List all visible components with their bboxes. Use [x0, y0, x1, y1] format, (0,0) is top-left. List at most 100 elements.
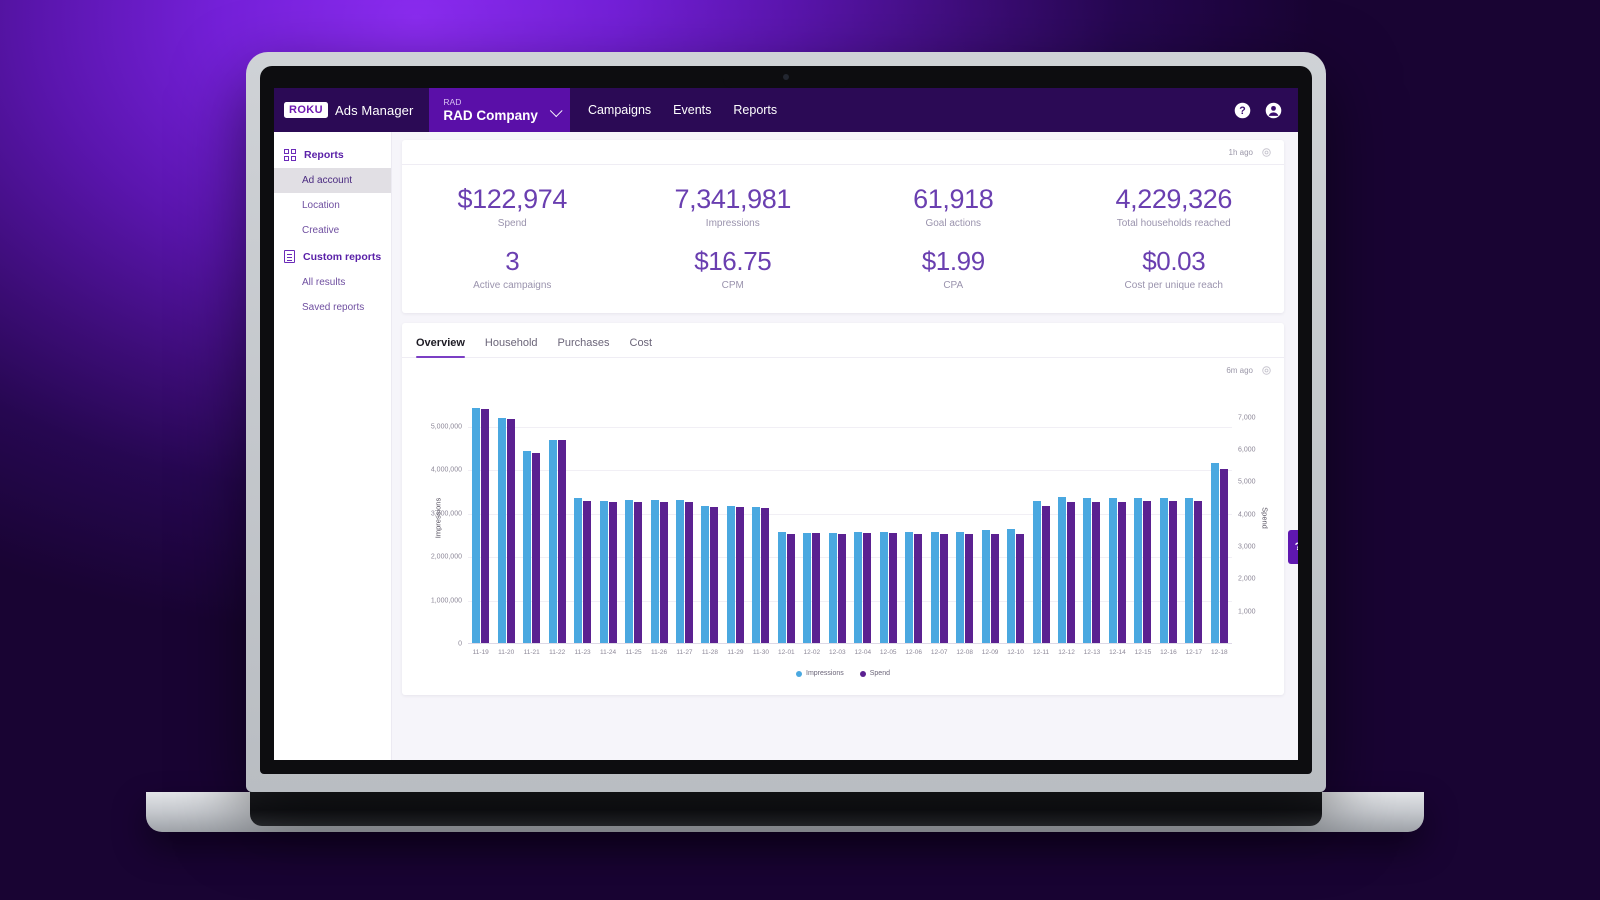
- bar-impressions[interactable]: [981, 530, 990, 644]
- bar-spend[interactable]: [608, 501, 617, 644]
- bar-spend[interactable]: [1117, 501, 1126, 644]
- bar-group[interactable]: [1181, 392, 1206, 644]
- account-switcher[interactable]: RAD RAD Company: [429, 88, 570, 132]
- bar-spend[interactable]: [939, 533, 948, 644]
- bar-spend[interactable]: [1041, 505, 1050, 644]
- bar-group[interactable]: [1156, 392, 1181, 644]
- tab-purchases[interactable]: Purchases: [558, 337, 610, 357]
- bar-group[interactable]: [723, 392, 748, 644]
- gear-icon[interactable]: [1261, 147, 1272, 158]
- bar-impressions[interactable]: [1159, 497, 1168, 644]
- bar-impressions[interactable]: [879, 532, 888, 644]
- tab-household[interactable]: Household: [485, 337, 538, 357]
- bar-group[interactable]: [850, 392, 875, 644]
- bar-spend[interactable]: [837, 534, 846, 644]
- help-tab-button[interactable]: ?: [1288, 530, 1298, 564]
- bar-spend[interactable]: [914, 533, 923, 644]
- bar-group[interactable]: [493, 392, 518, 644]
- bar-impressions[interactable]: [1134, 497, 1143, 644]
- bar-spend[interactable]: [1067, 501, 1076, 644]
- bar-spend[interactable]: [481, 408, 490, 644]
- bar-impressions[interactable]: [472, 408, 481, 644]
- bar-group[interactable]: [621, 392, 646, 644]
- bar-spend[interactable]: [659, 501, 668, 644]
- bar-impressions[interactable]: [777, 532, 786, 644]
- bar-group[interactable]: [1054, 392, 1079, 644]
- bar-impressions[interactable]: [803, 532, 812, 644]
- bar-spend[interactable]: [1194, 501, 1203, 644]
- bar-spend[interactable]: [710, 507, 719, 644]
- sidebar-group-reports[interactable]: Reports: [274, 142, 391, 168]
- gear-icon[interactable]: [1261, 365, 1272, 376]
- bar-group[interactable]: [1028, 392, 1053, 644]
- bar-impressions[interactable]: [574, 498, 583, 644]
- bar-group[interactable]: [646, 392, 671, 644]
- bar-spend[interactable]: [684, 501, 693, 644]
- bar-spend[interactable]: [812, 533, 821, 644]
- sidebar-item-location[interactable]: Location: [274, 193, 391, 218]
- tab-overview[interactable]: Overview: [416, 337, 465, 358]
- bar-group[interactable]: [926, 392, 951, 644]
- bar-spend[interactable]: [863, 533, 872, 644]
- nav-item-reports[interactable]: Reports: [733, 103, 777, 117]
- bar-spend[interactable]: [532, 453, 541, 644]
- bar-impressions[interactable]: [752, 506, 761, 644]
- bar-impressions[interactable]: [1210, 462, 1219, 644]
- sidebar-item-all-results[interactable]: All results: [274, 270, 391, 295]
- bar-impressions[interactable]: [956, 531, 965, 644]
- bar-group[interactable]: [901, 392, 926, 644]
- bar-group[interactable]: [977, 392, 1002, 644]
- bar-impressions[interactable]: [625, 499, 634, 644]
- bar-impressions[interactable]: [828, 533, 837, 644]
- bar-spend[interactable]: [634, 501, 643, 644]
- nav-item-events[interactable]: Events: [673, 103, 711, 117]
- bar-spend[interactable]: [786, 533, 795, 644]
- bar-impressions[interactable]: [497, 418, 506, 644]
- bar-group[interactable]: [825, 392, 850, 644]
- bar-group[interactable]: [876, 392, 901, 644]
- bar-group[interactable]: [1130, 392, 1155, 644]
- bar-spend[interactable]: [1092, 501, 1101, 644]
- bar-group[interactable]: [1003, 392, 1028, 644]
- bar-impressions[interactable]: [1185, 497, 1194, 644]
- sidebar-item-creative[interactable]: Creative: [274, 218, 391, 243]
- bar-impressions[interactable]: [701, 505, 710, 644]
- legend-item-impressions[interactable]: Impressions: [796, 670, 844, 677]
- nav-item-campaigns[interactable]: Campaigns: [588, 103, 651, 117]
- bar-impressions[interactable]: [675, 500, 684, 644]
- bar-spend[interactable]: [583, 500, 592, 644]
- bar-group[interactable]: [468, 392, 493, 644]
- bar-impressions[interactable]: [523, 450, 532, 644]
- bar-spend[interactable]: [965, 533, 974, 644]
- bar-group[interactable]: [570, 392, 595, 644]
- bar-group[interactable]: [799, 392, 824, 644]
- bar-impressions[interactable]: [1032, 501, 1041, 644]
- bar-group[interactable]: [697, 392, 722, 644]
- brand[interactable]: ROKU Ads Manager: [274, 88, 429, 132]
- legend-item-spend[interactable]: Spend: [859, 670, 890, 677]
- help-circle-icon[interactable]: ?: [1234, 102, 1251, 119]
- bar-impressions[interactable]: [1108, 497, 1117, 644]
- bar-group[interactable]: [1105, 392, 1130, 644]
- sidebar-item-ad-account[interactable]: Ad account: [274, 168, 391, 193]
- bar-impressions[interactable]: [1083, 497, 1092, 644]
- bar-group[interactable]: [519, 392, 544, 644]
- bar-group[interactable]: [595, 392, 620, 644]
- bar-impressions[interactable]: [599, 500, 608, 644]
- bar-spend[interactable]: [1016, 533, 1025, 644]
- sidebar-item-saved-reports[interactable]: Saved reports: [274, 295, 391, 320]
- bar-impressions[interactable]: [905, 531, 914, 644]
- bar-spend[interactable]: [761, 507, 770, 644]
- bar-impressions[interactable]: [726, 505, 735, 644]
- bar-group[interactable]: [672, 392, 697, 644]
- bar-group[interactable]: [1079, 392, 1104, 644]
- bar-spend[interactable]: [1168, 501, 1177, 644]
- bar-impressions[interactable]: [650, 500, 659, 644]
- bar-impressions[interactable]: [930, 531, 939, 644]
- bar-spend[interactable]: [1219, 469, 1228, 644]
- bar-impressions[interactable]: [548, 439, 557, 644]
- bar-spend[interactable]: [506, 418, 515, 644]
- bar-impressions[interactable]: [1007, 529, 1016, 644]
- bar-spend[interactable]: [1143, 501, 1152, 644]
- bar-spend[interactable]: [888, 533, 897, 644]
